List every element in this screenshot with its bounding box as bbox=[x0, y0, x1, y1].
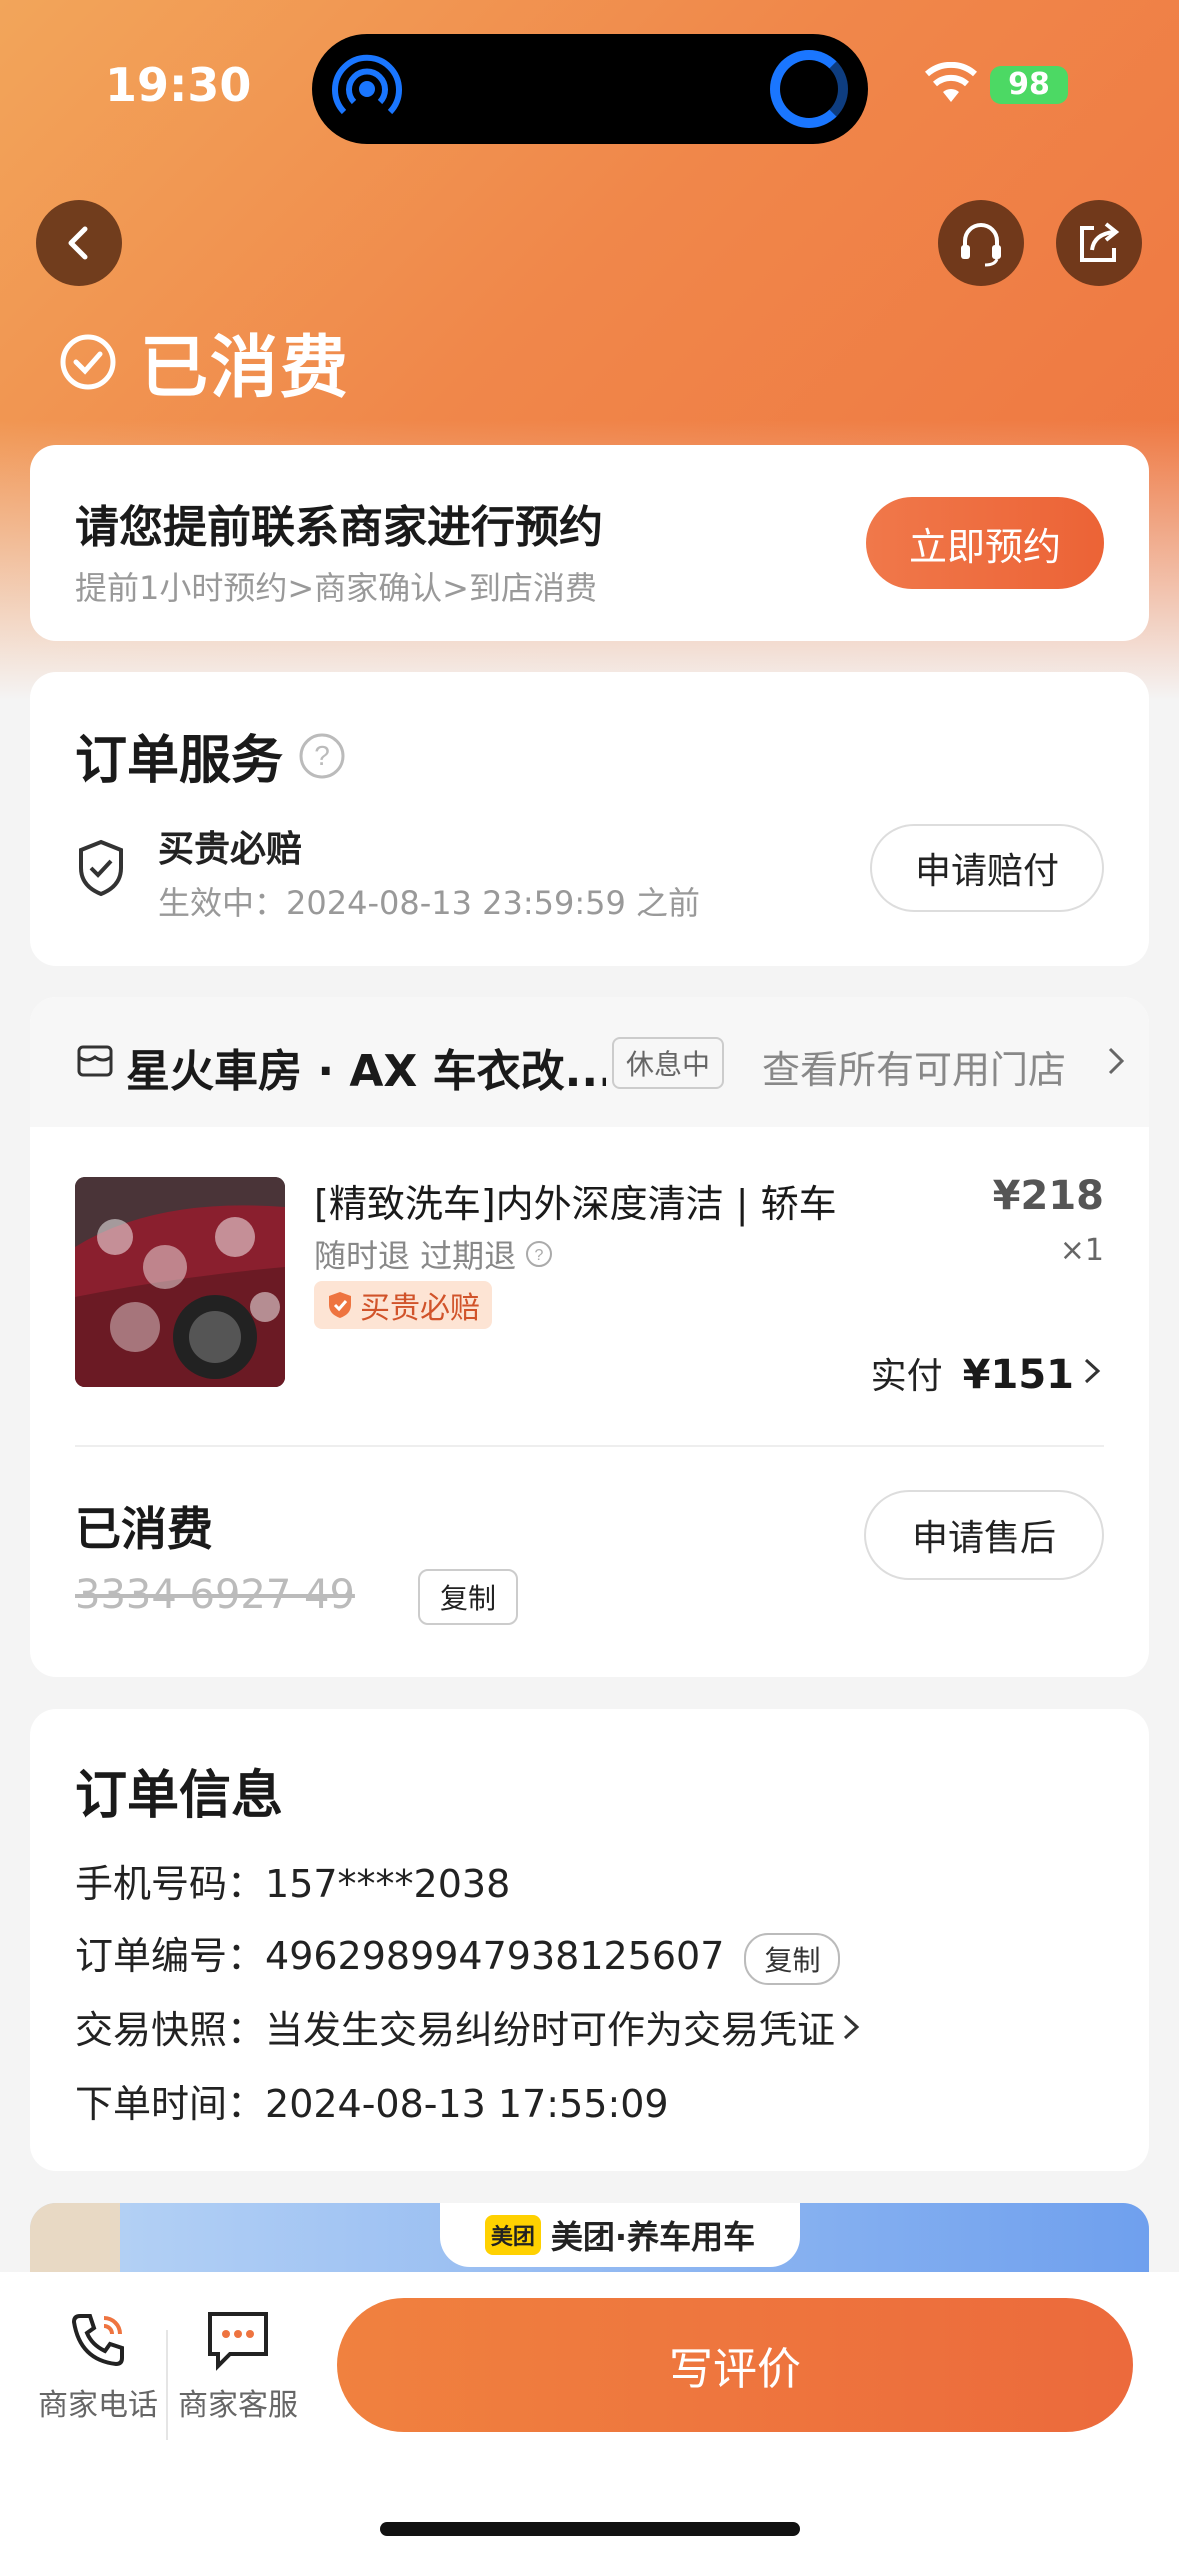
write-review-button[interactable]: 写评价 bbox=[337, 2298, 1133, 2432]
svg-text:?: ? bbox=[314, 740, 330, 771]
store-icon bbox=[77, 1045, 113, 1077]
merchant-chat-label: 商家客服 bbox=[178, 2388, 298, 2423]
bottom-action-bar: 商家电话 商家客服 写评价 bbox=[0, 2272, 1179, 2556]
chevron-right-icon bbox=[1108, 1047, 1125, 1075]
merchant-phone-label: 商家电话 bbox=[38, 2388, 158, 2423]
refund-policy-row: 随时退 过期退 ? bbox=[314, 1231, 554, 1277]
product-image[interactable] bbox=[75, 1177, 285, 1387]
product-price: ¥218 bbox=[992, 1173, 1104, 1219]
help-icon[interactable]: ? bbox=[524, 1239, 554, 1269]
order-service-title: 订单服务 bbox=[75, 731, 284, 791]
order-service-header: 订单服务 ? bbox=[75, 718, 347, 793]
chat-icon bbox=[208, 2312, 268, 2371]
status-time: 19:30 bbox=[105, 58, 252, 112]
phone-label: 手机号码： bbox=[75, 1862, 266, 1906]
activity-ring-icon bbox=[770, 50, 848, 128]
home-indicator bbox=[380, 2522, 800, 2536]
phone-value: 157****2038 bbox=[265, 1862, 511, 1906]
refund-policy: 随时退 过期退 bbox=[314, 1237, 517, 1275]
store-product-card: 星火車房 · AX 车衣改... 休息中 查看所有可用门店 [精致洗车]内外深度… bbox=[30, 997, 1149, 1677]
book-now-button[interactable]: 立即预约 bbox=[866, 497, 1104, 589]
airdrop-icon bbox=[332, 54, 402, 115]
appointment-card: 请您提前联系商家进行预约 提前1小时预约>商家确认>到店消费 立即预约 bbox=[30, 445, 1149, 641]
store-status-badge: 休息中 bbox=[612, 1037, 725, 1089]
banner-text: 美团·养车用车 bbox=[550, 2218, 756, 2256]
phone-row: 手机号码：157****2038 bbox=[75, 1853, 510, 1908]
banner-brand-tab: 美团 美团·养车用车 bbox=[440, 2203, 800, 2267]
help-icon[interactable]: ? bbox=[297, 731, 347, 781]
appointment-steps: 提前1小时预约>商家确认>到店消费 bbox=[75, 569, 597, 607]
guarantee-badge: 买贵必赔 bbox=[314, 1281, 492, 1329]
merchant-chat-button[interactable]: 商家客服 bbox=[176, 2308, 300, 2424]
car-wash-photo bbox=[75, 1177, 285, 1387]
battery-indicator: 98 bbox=[990, 66, 1068, 104]
dynamic-island bbox=[312, 34, 868, 144]
all-stores-link[interactable]: 查看所有可用门店 bbox=[762, 1039, 1066, 1094]
store-name: 星火車房 · AX 车衣改... bbox=[126, 1046, 606, 1097]
product-quantity: ×1 bbox=[1059, 1233, 1104, 1268]
wifi-icon bbox=[925, 62, 977, 102]
snapshot-value: 当发生交易纠纷时可作为交易凭证 bbox=[265, 2008, 836, 2052]
guarantee-validity: 生效中：2024-08-13 23:59:59 之前 bbox=[158, 884, 701, 922]
bottom-divider bbox=[166, 2330, 168, 2440]
merchant-phone-button[interactable]: 商家电话 bbox=[36, 2308, 160, 2424]
voucher-code: 3334 6927 49 bbox=[75, 1572, 355, 1618]
order-info-card: 订单信息 手机号码：157****2038 订单编号：4962989947938… bbox=[30, 1709, 1149, 2171]
customer-service-button[interactable] bbox=[938, 200, 1024, 286]
snapshot-row[interactable]: 交易快照： 当发生交易纠纷时可作为交易凭证 bbox=[75, 1999, 863, 2054]
divider bbox=[75, 1445, 1104, 1447]
headset-icon bbox=[961, 223, 1001, 267]
svg-text:?: ? bbox=[535, 1247, 544, 1264]
meituan-car-banner[interactable]: 美团 美团·养车用车 bbox=[30, 2203, 1149, 2283]
order-time-row: 下单时间：2024-08-13 17:55:09 bbox=[75, 2073, 669, 2128]
guarantee-badge-label: 买贵必赔 bbox=[360, 1291, 480, 1326]
share-button[interactable] bbox=[1056, 200, 1142, 286]
order-status-row: 已消费 bbox=[58, 312, 350, 411]
share-icon bbox=[1080, 222, 1120, 262]
product-title[interactable]: [精致洗车]内外深度清洁 | 轿车 bbox=[314, 1173, 837, 1228]
phone-icon bbox=[71, 2314, 124, 2367]
voucher-status: 已消费 bbox=[75, 1502, 213, 1556]
order-service-card: 订单服务 ? 买贵必赔 生效中：2024-08-13 23:59:59 之前 申… bbox=[30, 672, 1149, 966]
paid-amount-row[interactable]: 实付 ¥151 bbox=[871, 1347, 1104, 1399]
order-status-title: 已消费 bbox=[140, 329, 351, 408]
store-header[interactable]: 星火車房 · AX 车衣改... 休息中 查看所有可用门店 bbox=[30, 997, 1149, 1127]
order-number-value: 4962989947938125607 bbox=[265, 1934, 725, 1978]
paid-amount: ¥151 bbox=[962, 1352, 1074, 1398]
snapshot-label: 交易快照： bbox=[75, 2008, 266, 2052]
chevron-right-icon bbox=[1084, 1358, 1101, 1384]
guarantee-name: 买贵必赔 bbox=[158, 829, 303, 870]
order-number-row: 订单编号：4962989947938125607 复制 bbox=[75, 1925, 841, 1985]
paid-label: 实付 bbox=[870, 1356, 943, 1397]
chevron-right-icon bbox=[844, 2014, 860, 2039]
apply-compensation-button[interactable]: 申请赔付 bbox=[870, 824, 1104, 912]
banner-image bbox=[30, 2203, 120, 2283]
order-info-title: 订单信息 bbox=[75, 1766, 284, 1826]
after-sales-button[interactable]: 申请售后 bbox=[864, 1490, 1104, 1580]
copy-order-number-button[interactable]: 复制 bbox=[744, 1932, 841, 1985]
order-time-value: 2024-08-13 17:55:09 bbox=[265, 2082, 669, 2126]
shield-check-icon bbox=[79, 839, 123, 897]
copy-code-button[interactable]: 复制 bbox=[418, 1569, 519, 1625]
order-time-label: 下单时间： bbox=[75, 2082, 266, 2126]
shield-badge-icon bbox=[329, 1292, 351, 1318]
chevron-left-icon bbox=[68, 226, 88, 260]
back-button[interactable] bbox=[36, 200, 122, 286]
appointment-title: 请您提前联系商家进行预约 bbox=[75, 502, 603, 553]
meituan-logo: 美团 bbox=[484, 2215, 541, 2255]
order-number-label: 订单编号： bbox=[75, 1934, 266, 1978]
check-circle-icon bbox=[60, 334, 116, 389]
